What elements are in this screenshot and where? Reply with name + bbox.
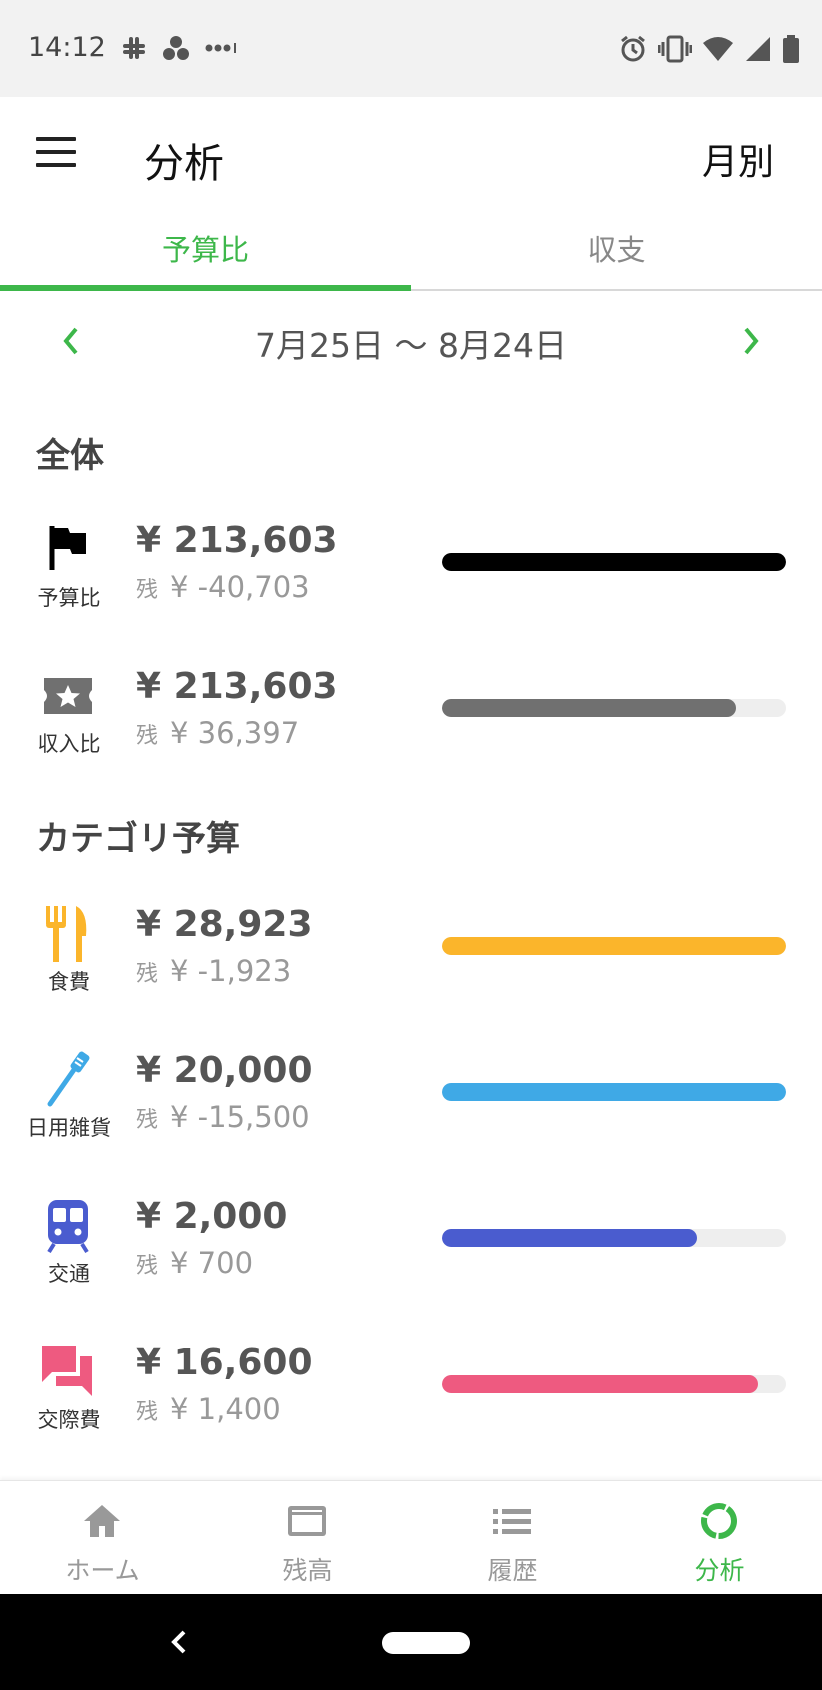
row-label: 交通 — [48, 1262, 90, 1286]
row-label: 日用雑貨 — [27, 1116, 111, 1140]
nav-label: 分析 — [694, 1556, 745, 1585]
progress-bar — [442, 937, 786, 955]
row-label: 交際費 — [37, 1408, 101, 1432]
row-remaining: 残 ¥ 700 — [136, 1246, 254, 1280]
notification-icons — [120, 34, 240, 62]
progress-fill — [442, 553, 786, 571]
more-dots-icon — [205, 43, 236, 53]
progress-fill — [442, 699, 737, 717]
wifi-icon — [703, 37, 733, 61]
tab-budget-ratio[interactable]: 予算比 — [0, 212, 411, 289]
nav-history[interactable]: 履歴 — [410, 1481, 615, 1595]
row-amount: ¥ 213,603 — [136, 666, 338, 707]
progress-bar — [442, 1375, 786, 1393]
row-remaining: 残 ¥ 36,397 — [136, 716, 300, 750]
category-row-food[interactable]: 食費 ¥ 28,923 残 ¥ -1,923 — [0, 896, 822, 1042]
system-navigation-bar — [0, 1594, 822, 1690]
hamburger-menu-icon[interactable] — [36, 137, 76, 169]
page-title: 分析 — [144, 141, 224, 187]
section-title-category: カテゴリ予算 — [36, 819, 240, 859]
overall-row-budget[interactable]: 予算比 ¥ 213,603 残 ¥ -40,703 — [0, 512, 822, 658]
home-icon — [84, 1505, 120, 1537]
section-title-overall: 全体 — [36, 436, 104, 476]
row-amount: ¥ 16,600 — [136, 1342, 313, 1383]
category-row-social[interactable]: 交際費 ¥ 16,600 残 ¥ 1,400 — [0, 1334, 822, 1480]
status-bar: 14:12 — [0, 0, 822, 97]
progress-fill — [442, 937, 786, 955]
cluster-icon — [163, 36, 189, 60]
progress-fill — [442, 1375, 759, 1393]
list-icon — [493, 1509, 531, 1534]
progress-bar — [442, 1229, 786, 1247]
progress-fill — [442, 1229, 697, 1247]
progress-bar — [442, 699, 786, 717]
row-label: 予算比 — [37, 586, 101, 610]
row-amount: ¥ 28,923 — [136, 904, 313, 945]
row-label: 食費 — [48, 970, 90, 994]
row-remaining: 残 ¥ 1,400 — [136, 1392, 281, 1426]
row-amount: ¥ 213,603 — [136, 520, 338, 561]
nav-label: 履歴 — [487, 1556, 538, 1585]
vibrate-icon — [658, 35, 692, 63]
nav-home[interactable]: ホーム — [0, 1481, 205, 1595]
row-remaining: 残 ¥ -15,500 — [136, 1100, 310, 1134]
bottom-navigation: ホーム 残高 履歴 分析 — [0, 1480, 822, 1594]
ticket-star-icon — [44, 678, 92, 714]
toothbrush-icon — [47, 1051, 90, 1107]
nav-label: ホーム — [65, 1556, 140, 1585]
home-pill-button[interactable] — [382, 1632, 470, 1654]
battery-icon — [783, 35, 799, 63]
card-icon — [288, 1506, 326, 1536]
tab-bar: 予算比 収支 — [0, 212, 822, 291]
utensils-icon — [46, 906, 87, 962]
flag-icon — [49, 526, 86, 570]
period-toggle-button[interactable]: 月別 — [702, 133, 774, 185]
category-row-transport[interactable]: 交通 ¥ 2,000 残 ¥ 700 — [0, 1188, 822, 1334]
tab-income-expense[interactable]: 収支 — [411, 212, 822, 289]
alarm-icon — [621, 35, 645, 62]
row-label: 収入比 — [37, 732, 101, 756]
status-time: 14:12 — [28, 32, 106, 63]
row-remaining: 残 ¥ -1,923 — [136, 954, 292, 988]
chat-bubbles-icon — [42, 1346, 92, 1396]
overall-row-income[interactable]: 収入比 ¥ 213,603 残 ¥ 36,397 — [0, 658, 822, 804]
nav-analysis[interactable]: 分析 — [617, 1481, 822, 1595]
category-row-daily-goods[interactable]: 日用雑貨 ¥ 20,000 残 ¥ -15,500 — [0, 1042, 822, 1188]
train-icon — [47, 1200, 89, 1254]
analysis-ring-icon — [701, 1503, 737, 1539]
date-navigation: 7月25日 〜 8月24日 — [0, 291, 822, 393]
nav-balance[interactable]: 残高 — [205, 1481, 410, 1595]
progress-bar — [442, 553, 786, 571]
progress-bar — [442, 1083, 786, 1101]
signal-icon — [746, 37, 770, 61]
row-remaining: 残 ¥ -40,703 — [136, 570, 310, 604]
app-bar: 分析 月別 — [0, 97, 822, 212]
nav-label: 残高 — [282, 1556, 333, 1585]
slack-icon — [123, 37, 145, 59]
next-period-icon[interactable] — [736, 321, 766, 361]
progress-fill — [442, 1083, 786, 1101]
back-icon[interactable] — [168, 1624, 192, 1660]
date-range: 7月25日 〜 8月24日 — [255, 326, 567, 365]
row-amount: ¥ 20,000 — [136, 1050, 313, 1091]
system-icons — [618, 34, 800, 64]
row-amount: ¥ 2,000 — [136, 1196, 288, 1237]
